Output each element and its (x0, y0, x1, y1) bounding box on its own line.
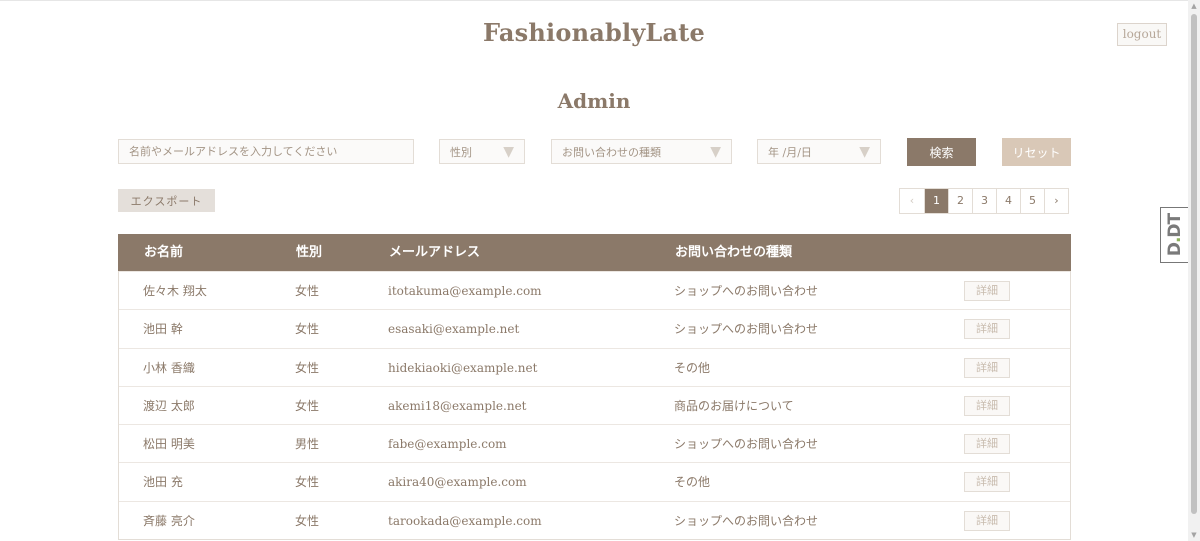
pagination-page-2[interactable]: 2 (948, 189, 972, 213)
table-header: お名前 性別 メールアドレス お問い合わせの種類 (118, 234, 1071, 271)
cell-name: 池田 幹 (143, 322, 183, 337)
export-button[interactable]: エクスポート (118, 189, 215, 212)
contacts-table: お名前 性別 メールアドレス お問い合わせの種類 佐々木 翔太 女性 itota… (118, 234, 1071, 541)
caret-down-icon: ▼ (710, 143, 721, 160)
cell-email: fabe@example.com (388, 437, 507, 452)
cell-name: 渡辺 太郎 (143, 398, 195, 413)
cell-gender: 女性 (295, 360, 320, 375)
pagination-page-1[interactable]: 1 (924, 189, 948, 213)
pagination-page-5[interactable]: 5 (1020, 189, 1044, 213)
table-row: 斉藤 亮介 女性 tarookada@example.com ショップへのお問い… (119, 500, 1070, 539)
cell-name: 池田 充 (143, 475, 183, 490)
cell-name: 松田 明美 (143, 437, 195, 452)
cell-category: ショップへのお問い合わせ (674, 437, 819, 452)
detail-button[interactable]: 詳細 (964, 510, 1010, 531)
table-row: 小林 香織 女性 hidekiaoki@example.net その他 詳細 (119, 347, 1070, 386)
cell-email: tarookada@example.com (388, 513, 542, 528)
cell-gender: 女性 (295, 398, 320, 413)
table-row: 池田 幹 女性 esasaki@example.net ショップへのお問い合わせ… (119, 309, 1070, 347)
detail-button[interactable]: 詳細 (964, 472, 1010, 493)
cell-name: 小林 香織 (143, 360, 195, 375)
cell-name: 佐々木 翔太 (143, 284, 207, 298)
cell-email: esasaki@example.net (388, 322, 520, 337)
cell-category: その他 (674, 360, 711, 375)
pagination-page-4[interactable]: 4 (996, 189, 1020, 213)
pagination-next[interactable]: › (1044, 189, 1068, 213)
brand-title: FashionablyLate (483, 18, 705, 47)
column-header-gender: 性別 (296, 245, 323, 260)
detail-button[interactable]: 詳細 (964, 319, 1010, 340)
cell-category: ショップへのお問い合わせ (674, 513, 819, 528)
cell-email: itotakuma@example.com (388, 284, 542, 298)
detail-button[interactable]: 詳細 (964, 395, 1010, 416)
side-badge-text: D.DT (1165, 213, 1185, 257)
scroll-down-icon[interactable]: ▼ (1188, 529, 1200, 541)
cell-gender: 女性 (295, 513, 320, 528)
cell-email: hidekiaoki@example.net (388, 360, 538, 375)
gender-select-label: 性別 (450, 145, 472, 159)
cell-name: 斉藤 亮介 (143, 513, 195, 528)
reset-button[interactable]: リセット (1002, 138, 1071, 166)
table-row: 松田 明美 男性 fabe@example.com ショップへのお問い合わせ 詳… (119, 424, 1070, 462)
pagination-page-3[interactable]: 3 (972, 189, 996, 213)
top-border (0, 0, 1200, 1)
pagination-prev[interactable]: ‹ (900, 189, 924, 213)
table-row: 佐々木 翔太 女性 itotakuma@example.com ショップへのお問… (119, 271, 1070, 309)
category-select-label: お問い合わせの種類 (562, 145, 661, 159)
table-row: 渡辺 太郎 女性 akemi18@example.net 商品のお届けについて … (119, 385, 1070, 424)
date-input-label: 年 /月/日 (768, 145, 812, 159)
cell-category: ショップへのお問い合わせ (674, 284, 819, 298)
cell-gender: 女性 (295, 322, 320, 337)
side-extension-badge[interactable]: D.DT (1160, 207, 1190, 263)
caret-down-icon: ▼ (503, 143, 514, 160)
scroll-up-icon[interactable]: ▲ (1188, 0, 1200, 12)
column-header-email: メールアドレス (389, 245, 481, 260)
scrollbar-thumb[interactable] (1191, 14, 1197, 514)
detail-button[interactable]: 詳細 (964, 281, 1010, 301)
caret-down-icon: ▼ (859, 143, 870, 160)
logout-button[interactable]: logout (1117, 23, 1167, 46)
cell-email: akemi18@example.net (388, 398, 527, 413)
category-select[interactable]: お問い合わせの種類 ▼ (551, 139, 732, 164)
search-input[interactable] (118, 139, 414, 164)
cell-gender: 女性 (295, 284, 320, 298)
page-title: Admin (557, 89, 631, 113)
column-header-category: お問い合わせの種類 (675, 245, 793, 260)
cell-category: 商品のお届けについて (674, 398, 794, 413)
vertical-scrollbar[interactable]: ▲ ▼ (1188, 0, 1200, 541)
cell-email: akira40@example.com (388, 475, 527, 490)
table-row: 池田 充 女性 akira40@example.com その他 詳細 (119, 462, 1070, 500)
gender-select[interactable]: 性別 ▼ (439, 139, 525, 164)
column-header-name: お名前 (144, 245, 184, 260)
cell-category: ショップへのお問い合わせ (674, 322, 819, 337)
cell-gender: 男性 (295, 437, 320, 452)
date-input[interactable]: 年 /月/日 ▼ (757, 139, 881, 164)
detail-button[interactable]: 詳細 (964, 434, 1010, 455)
pagination: ‹ 1 2 3 4 5 › (899, 188, 1069, 214)
cell-gender: 女性 (295, 475, 320, 490)
search-button[interactable]: 検索 (907, 138, 976, 166)
detail-button[interactable]: 詳細 (964, 357, 1010, 378)
cell-category: その他 (674, 475, 711, 490)
